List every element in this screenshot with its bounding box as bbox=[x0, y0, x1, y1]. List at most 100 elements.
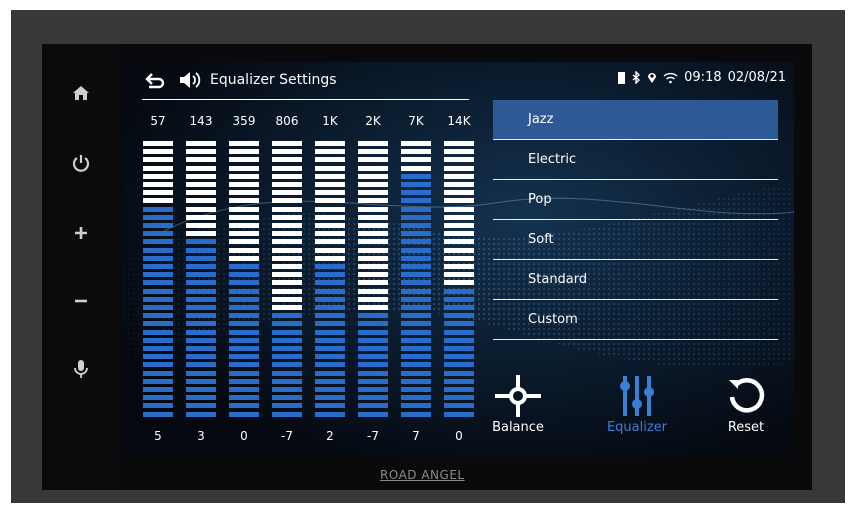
band-segment bbox=[358, 206, 388, 212]
band-segment bbox=[315, 149, 345, 155]
equalizer-label: Equalizer bbox=[606, 420, 668, 435]
preset-item-custom[interactable]: Custom bbox=[493, 300, 778, 340]
band-segment bbox=[186, 337, 216, 343]
top-bar: Equalizer Settings 09:18 02/08/21 bbox=[122, 62, 794, 98]
power-icon[interactable] bbox=[68, 150, 94, 176]
band-segment bbox=[272, 231, 302, 237]
band-segment bbox=[272, 149, 302, 155]
band-segment bbox=[358, 337, 388, 343]
band-segment bbox=[229, 354, 259, 360]
band-segment bbox=[401, 395, 431, 401]
band-segment bbox=[444, 378, 474, 384]
band-segment bbox=[358, 182, 388, 187]
band-segment bbox=[143, 239, 173, 245]
band-segment bbox=[272, 321, 302, 327]
preset-item-jazz[interactable]: Jazz bbox=[493, 100, 778, 140]
back-icon[interactable] bbox=[144, 71, 166, 91]
band-slider[interactable] bbox=[272, 141, 302, 419]
band-slider[interactable] bbox=[358, 141, 388, 419]
band-segment bbox=[444, 321, 474, 327]
band-segment bbox=[358, 247, 388, 253]
band-segment bbox=[315, 362, 345, 368]
band-segment bbox=[315, 165, 345, 171]
clock-date: 02/08/21 bbox=[727, 70, 786, 85]
reset-label: Reset bbox=[727, 420, 765, 435]
preset-item-electric[interactable]: Electric bbox=[493, 140, 778, 180]
band-segment bbox=[229, 313, 259, 319]
band-segment bbox=[143, 214, 173, 220]
volume-icon[interactable] bbox=[178, 70, 204, 90]
band-segment bbox=[315, 173, 345, 179]
band-segment bbox=[401, 403, 431, 409]
band-slider[interactable] bbox=[401, 141, 431, 419]
band-segment bbox=[143, 165, 173, 171]
band-segment bbox=[315, 272, 345, 278]
band-segment bbox=[229, 141, 259, 146]
band-segment bbox=[315, 296, 345, 302]
band-segment bbox=[444, 239, 474, 245]
balance-button[interactable]: Balance bbox=[478, 372, 558, 435]
band-segment bbox=[401, 362, 431, 368]
band-segment bbox=[401, 296, 431, 302]
band-slider[interactable] bbox=[143, 141, 173, 419]
preset-item-pop[interactable]: Pop bbox=[493, 180, 778, 220]
band-segment bbox=[186, 346, 216, 351]
band-segment bbox=[315, 387, 345, 392]
band-slider[interactable] bbox=[315, 141, 345, 419]
band-segment bbox=[143, 173, 173, 179]
band-segment bbox=[272, 272, 302, 278]
band-segment bbox=[186, 190, 216, 196]
band-segment bbox=[358, 288, 388, 294]
band-gain-value: 0 bbox=[240, 429, 248, 443]
band-segment bbox=[315, 313, 345, 319]
band-slider[interactable] bbox=[444, 141, 474, 419]
band-segment bbox=[358, 198, 388, 204]
minus-icon[interactable] bbox=[68, 288, 94, 314]
band-segment bbox=[143, 272, 173, 278]
band-slider[interactable] bbox=[186, 141, 216, 419]
band-segment bbox=[358, 264, 388, 269]
band-segment bbox=[186, 247, 216, 253]
band-segment bbox=[229, 247, 259, 253]
band-segment bbox=[401, 370, 431, 376]
band-segment bbox=[315, 305, 345, 310]
microphone-icon[interactable] bbox=[68, 356, 94, 382]
equalizer-screen: Equalizer Settings 09:18 02/08/21 57 5 143… bbox=[122, 62, 794, 458]
band-segment bbox=[272, 190, 302, 196]
preset-item-soft[interactable]: Soft bbox=[493, 220, 778, 260]
reset-button[interactable]: Reset bbox=[706, 372, 786, 435]
band-segment bbox=[272, 387, 302, 392]
band-segment bbox=[315, 247, 345, 253]
band-segment bbox=[272, 313, 302, 319]
band-segment bbox=[143, 362, 173, 368]
band-segment bbox=[272, 378, 302, 384]
band-segment bbox=[143, 157, 173, 163]
band-segment bbox=[401, 214, 431, 220]
band-segment bbox=[315, 370, 345, 376]
band-slider[interactable] bbox=[229, 141, 259, 419]
equalizer-button[interactable]: Equalizer bbox=[597, 372, 677, 435]
band-segment bbox=[401, 165, 431, 171]
preset-item-standard[interactable]: Standard bbox=[493, 260, 778, 300]
band-segment bbox=[358, 329, 388, 335]
band-segment bbox=[401, 329, 431, 335]
band-segment bbox=[444, 403, 474, 409]
band-segment bbox=[143, 190, 173, 196]
band-segment bbox=[444, 264, 474, 269]
band-segment bbox=[143, 296, 173, 302]
band-segment bbox=[315, 190, 345, 196]
plus-icon[interactable] bbox=[68, 220, 94, 246]
band-segment bbox=[358, 378, 388, 384]
band-segment bbox=[272, 165, 302, 171]
band-segment bbox=[272, 288, 302, 294]
band-segment bbox=[143, 223, 173, 228]
band-segment bbox=[444, 387, 474, 392]
band-frequency-label: 14K bbox=[447, 114, 471, 128]
band-segment bbox=[401, 157, 431, 163]
reset-icon bbox=[706, 372, 786, 420]
home-icon[interactable] bbox=[68, 80, 94, 106]
band-segment bbox=[272, 346, 302, 351]
band-segment bbox=[444, 182, 474, 187]
band-segment bbox=[315, 280, 345, 286]
location-icon bbox=[648, 73, 657, 83]
